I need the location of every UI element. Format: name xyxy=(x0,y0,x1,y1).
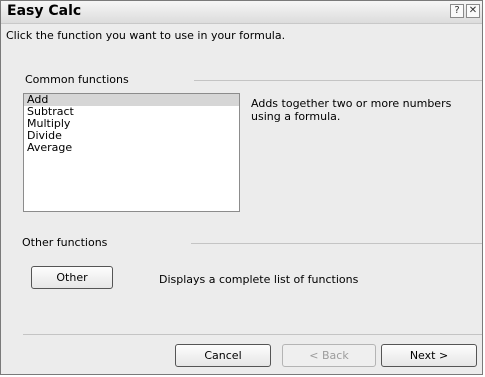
common-functions-divider xyxy=(194,80,482,81)
common-functions-list[interactable]: Add Subtract Multiply Divide Average xyxy=(23,93,240,212)
other-functions-label: Other functions xyxy=(22,236,108,249)
other-functions-divider xyxy=(191,243,482,244)
function-description: Adds together two or more numbers using … xyxy=(251,97,452,123)
other-button[interactable]: Other xyxy=(31,266,113,289)
cancel-button[interactable]: Cancel xyxy=(175,344,271,367)
easy-calc-dialog: Easy Calc ? ✕ Click the function you wan… xyxy=(0,0,483,375)
close-icon[interactable]: ✕ xyxy=(466,4,480,18)
instruction-text: Click the function you want to use in yo… xyxy=(6,29,286,42)
title-bar: Easy Calc ? ✕ xyxy=(1,1,482,24)
next-button[interactable]: Next > xyxy=(381,344,477,367)
common-functions-label: Common functions xyxy=(25,73,129,86)
back-button[interactable]: < Back xyxy=(282,344,376,367)
list-item-average[interactable]: Average xyxy=(24,142,239,154)
footer-divider xyxy=(23,334,482,335)
other-description: Displays a complete list of functions xyxy=(159,273,359,286)
dialog-title: Easy Calc xyxy=(7,3,82,19)
help-icon[interactable]: ? xyxy=(450,4,464,18)
